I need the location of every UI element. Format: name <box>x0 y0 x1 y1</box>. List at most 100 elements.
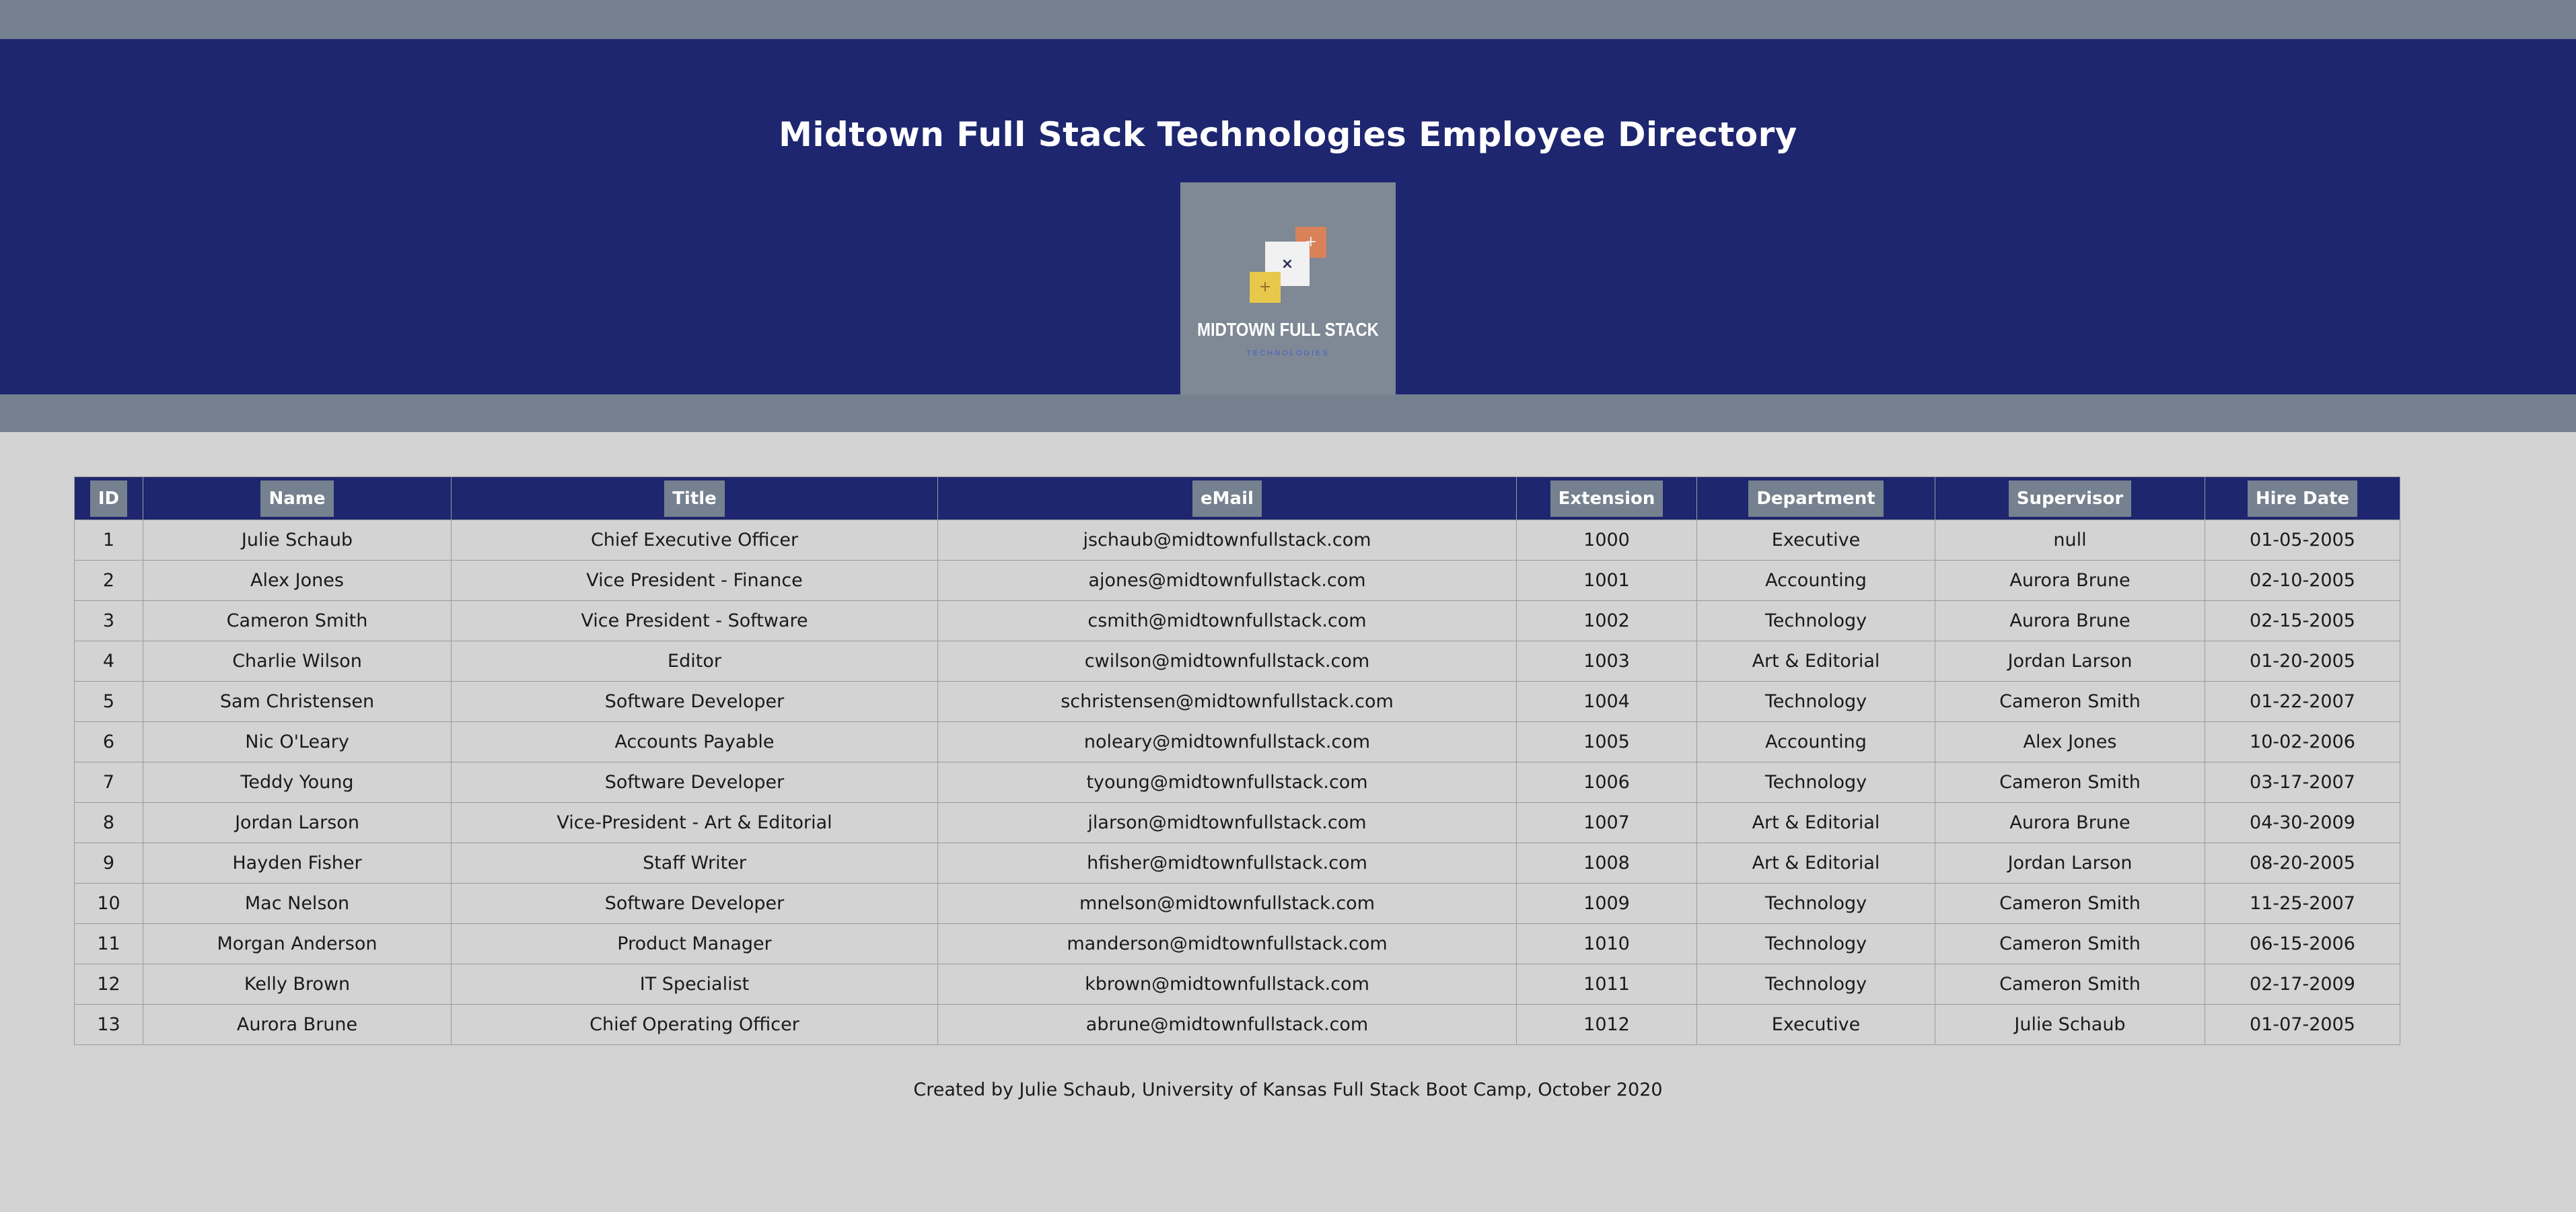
column-header-hire-date: Hire Date <box>2205 476 2400 520</box>
supervisor-cell: Julie Schaub <box>1935 1004 2205 1045</box>
hire-date-cell: 03-17-2007 <box>2205 762 2400 803</box>
id-cell: 10 <box>74 883 143 924</box>
logo-subtitle: TECHNOLOGIES <box>1246 349 1330 357</box>
supervisor-cell: Jordan Larson <box>1935 843 2205 884</box>
header-banner: Midtown Full Stack Technologies Employee… <box>0 39 2576 394</box>
email-cell: jlarson@midtownfullstack.com <box>937 802 1517 843</box>
id-cell: 2 <box>74 560 143 601</box>
email-cell: mnelson@midtownfullstack.com <box>937 883 1517 924</box>
table-row: 3 Cameron Smith Vice President - Software c… <box>74 600 2400 641</box>
name-cell: Nic O'Leary <box>143 721 452 762</box>
email-cell: csmith@midtownfullstack.com <box>937 600 1517 641</box>
department-cell: Technology <box>1696 762 1935 803</box>
name-cell: Morgan Anderson <box>143 923 452 964</box>
department-cell: Art & Editorial <box>1696 641 1935 682</box>
title-cell: Software Developer <box>451 883 938 924</box>
name-cell: Hayden Fisher <box>143 843 452 884</box>
name-cell: Teddy Young <box>143 762 452 803</box>
title-cell: Software Developer <box>451 681 938 722</box>
department-cell: Technology <box>1696 681 1935 722</box>
title-cell: Staff Writer <box>451 843 938 884</box>
footer-credit: Created by Julie Schaub, University of K… <box>913 1079 1663 1100</box>
supervisor-cell: Cameron Smith <box>1935 883 2205 924</box>
table-row: 4 Charlie Wilson Editor cwilson@midtownfull… <box>74 641 2400 682</box>
email-cell: hfisher@midtownfullstack.com <box>937 843 1517 884</box>
id-cell: 3 <box>74 600 143 641</box>
name-cell: Alex Jones <box>143 560 452 601</box>
table-row: 6 Nic O'Leary Accounts Payable noleary@midt… <box>74 721 2400 762</box>
bottom-strip <box>0 394 2576 432</box>
hire-date-cell: 04-30-2009 <box>2205 802 2400 843</box>
email-cell: abrune@midtownfullstack.com <box>937 1004 1517 1045</box>
table-row: 2 Alex Jones Vice President - Finance ajone… <box>74 560 2400 601</box>
title-cell: Editor <box>451 641 938 682</box>
id-cell: 12 <box>74 964 143 1005</box>
name-cell: Jordan Larson <box>143 802 452 843</box>
table-header: ID Name Title eMail Extension Department… <box>74 476 2400 520</box>
supervisor-cell: Alex Jones <box>1935 721 2205 762</box>
table-row: 12 Kelly Brown IT Specialist kbrown@midtown… <box>74 964 2400 1005</box>
supervisor-cell: Cameron Smith <box>1935 923 2205 964</box>
title-cell: Vice President - Finance <box>451 560 938 601</box>
id-cell: 5 <box>74 681 143 722</box>
hire-date-cell: 02-10-2005 <box>2205 560 2400 601</box>
header-row: ID Name Title eMail Extension Department… <box>74 476 2400 520</box>
email-cell: cwilson@midtownfullstack.com <box>937 641 1517 682</box>
department-cell: Accounting <box>1696 721 1935 762</box>
id-cell: 4 <box>74 641 143 682</box>
top-strip <box>0 0 2576 39</box>
title-cell: Chief Executive Officer <box>451 520 938 561</box>
supervisor-cell: Aurora Brune <box>1935 802 2205 843</box>
column-header-department: Department <box>1696 476 1935 520</box>
supervisor-cell: Cameron Smith <box>1935 762 2205 803</box>
supervisor-cell: Jordan Larson <box>1935 641 2205 682</box>
table-row: 13 Aurora Brune Chief Operating Officer abr… <box>74 1004 2400 1045</box>
id-cell: 9 <box>74 843 143 884</box>
hire-date-cell: 08-20-2005 <box>2205 843 2400 884</box>
email-cell: jschaub@midtownfullstack.com <box>937 520 1517 561</box>
email-cell: ajones@midtownfullstack.com <box>937 560 1517 601</box>
id-cell: 11 <box>74 923 143 964</box>
id-cell: 7 <box>74 762 143 803</box>
hire-date-cell: 02-15-2005 <box>2205 600 2400 641</box>
email-cell: noleary@midtownfullstack.com <box>937 721 1517 762</box>
department-cell: Technology <box>1696 600 1935 641</box>
column-header-extension: Extension <box>1516 476 1697 520</box>
hire-date-cell: 11-25-2007 <box>2205 883 2400 924</box>
id-cell: 8 <box>74 802 143 843</box>
table-row: 5 Sam Christensen Software Developer schris… <box>74 681 2400 722</box>
title-cell: Vice President - Software <box>451 600 938 641</box>
table-row: 9 Hayden Fisher Staff Writer hfisher@midtow… <box>74 843 2400 884</box>
email-cell: tyoung@midtownfullstack.com <box>937 762 1517 803</box>
name-cell: Mac Nelson <box>143 883 452 924</box>
extension-cell: 1003 <box>1516 641 1697 682</box>
email-cell: manderson@midtownfullstack.com <box>937 923 1517 964</box>
department-cell: Technology <box>1696 883 1935 924</box>
column-header-id: ID <box>74 476 143 520</box>
title-cell: Product Manager <box>451 923 938 964</box>
hire-date-cell: 01-05-2005 <box>2205 520 2400 561</box>
table-row: 8 Jordan Larson Vice-President - Art & Edi… <box>74 802 2400 843</box>
department-cell: Art & Editorial <box>1696 802 1935 843</box>
extension-cell: 1011 <box>1516 964 1697 1005</box>
hire-date-cell: 10-02-2006 <box>2205 721 2400 762</box>
hire-date-cell: 01-07-2005 <box>2205 1004 2400 1045</box>
id-cell: 6 <box>74 721 143 762</box>
email-cell: kbrown@midtownfullstack.com <box>937 964 1517 1005</box>
logo-title: MIDTOWN FULL STACK <box>1197 319 1379 340</box>
extension-cell: 1008 <box>1516 843 1697 884</box>
department-cell: Executive <box>1696 1004 1935 1045</box>
table-row: 11 Morgan Anderson Product Manager manderso… <box>74 923 2400 964</box>
name-cell: Sam Christensen <box>143 681 452 722</box>
extension-cell: 1007 <box>1516 802 1697 843</box>
page-title: Midtown Full Stack Technologies Employee… <box>779 115 1797 154</box>
supervisor-cell: Aurora Brune <box>1935 560 2205 601</box>
table-row: 7 Teddy Young Software Developer tyoung@mid… <box>74 762 2400 803</box>
department-cell: Executive <box>1696 520 1935 561</box>
table-row: 10 Mac Nelson Software Developer mnelson@mi… <box>74 883 2400 924</box>
department-cell: Technology <box>1696 923 1935 964</box>
supervisor-cell: null <box>1935 520 2205 561</box>
employee-table: ID Name Title eMail Extension Department… <box>74 476 2400 1045</box>
supervisor-cell: Cameron Smith <box>1935 964 2205 1005</box>
employee-table-container: ID Name Title eMail Extension Department… <box>74 476 2400 1045</box>
